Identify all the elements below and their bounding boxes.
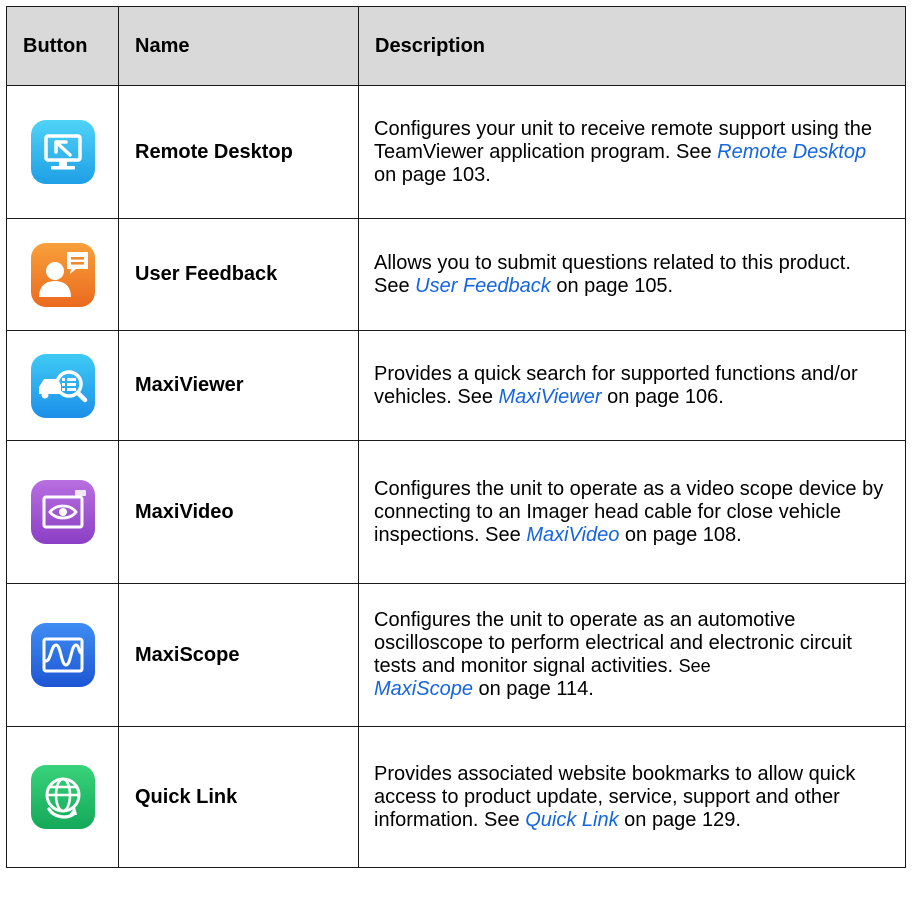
quick-link-icon[interactable]: [30, 765, 95, 829]
maxiviewer-link[interactable]: MaxiViewer: [499, 386, 602, 408]
button-description: Allows you to submit questions related t…: [358, 218, 906, 331]
table-row: Quick Link Provides associated website b…: [6, 726, 906, 868]
user-feedback-icon[interactable]: [30, 242, 95, 307]
button-name: MaxiViewer: [118, 330, 359, 441]
table-row: Remote Desktop Configures your unit to r…: [6, 85, 906, 219]
column-header-button: Button: [6, 6, 119, 86]
table-row: MaxiViewer Provides a quick search for s…: [6, 330, 906, 441]
column-header-description: Description: [358, 6, 906, 86]
function-button-table: Button Name Description Remote Desktop C…: [6, 6, 906, 868]
button-cell: [6, 218, 119, 331]
button-name: MaxiVideo: [118, 440, 359, 584]
button-description: Configures your unit to receive remote s…: [358, 85, 906, 219]
button-description: Configures the unit to operate as an aut…: [358, 583, 906, 727]
button-cell: [6, 726, 119, 868]
table-row: User Feedback Allows you to submit quest…: [6, 218, 906, 331]
remote-desktop-link[interactable]: Remote Desktop: [717, 141, 866, 163]
table-row: MaxiScope Configures the unit to operate…: [6, 583, 906, 727]
maxivideo-icon[interactable]: [30, 480, 95, 544]
button-description: Configures the unit to operate as a vide…: [358, 440, 906, 584]
button-cell: [6, 85, 119, 219]
quick-link-link[interactable]: Quick Link: [525, 809, 618, 831]
button-cell: [6, 583, 119, 727]
button-name: User Feedback: [118, 218, 359, 331]
button-cell: [6, 330, 119, 441]
table-header-row: Button Name Description: [6, 6, 906, 86]
button-name: Remote Desktop: [118, 85, 359, 219]
maxivideo-link[interactable]: MaxiVideo: [526, 524, 619, 546]
button-cell: [6, 440, 119, 584]
user-feedback-link[interactable]: User Feedback: [415, 275, 551, 297]
maxiscope-icon[interactable]: [30, 623, 95, 687]
remote-desktop-icon[interactable]: [30, 120, 95, 184]
column-header-name: Name: [118, 6, 359, 86]
button-name: Quick Link: [118, 726, 359, 868]
button-name: MaxiScope: [118, 583, 359, 727]
button-description: Provides a quick search for supported fu…: [358, 330, 906, 441]
button-description: Provides associated website bookmarks to…: [358, 726, 906, 868]
table-row: MaxiVideo Configures the unit to operate…: [6, 440, 906, 584]
maxiscope-link[interactable]: MaxiScope: [374, 678, 473, 700]
maxiviewer-icon[interactable]: [30, 353, 95, 418]
